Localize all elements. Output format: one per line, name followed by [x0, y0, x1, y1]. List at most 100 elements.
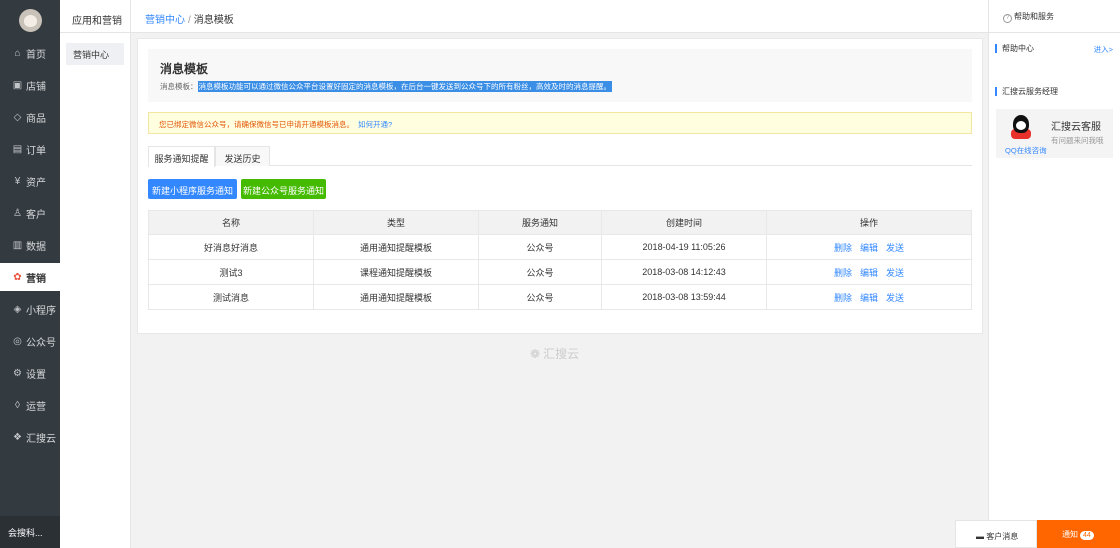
customer-messages-button[interactable]: ▬ 客户消息	[955, 520, 1037, 548]
store-icon: ▣	[12, 79, 23, 91]
sidebar-item-miniprogram[interactable]: ◈ 小程序	[0, 295, 60, 323]
table-row: 好消息好消息 通用通知提醒模板 公众号 2018-04-19 11:05:26 删除 编辑…	[148, 235, 972, 260]
subnav-item-marketing-center[interactable]: 营销中心	[66, 43, 124, 65]
cell-service: 公众号	[478, 260, 601, 284]
sidebar-item-customers[interactable]: ♙ 客户	[0, 199, 60, 227]
cell-created: 2018-03-08 13:59:44	[601, 285, 766, 309]
sidebar-item-settings[interactable]: ⚙ 设置	[0, 359, 60, 387]
service-name: 汇搜云客服	[1051, 122, 1101, 133]
notice-bar: 您已绑定微信公众号，请确保微信号已申请开通模板消息。 如何开通?	[148, 112, 972, 134]
watermark-text: 汇搜云	[543, 347, 580, 361]
orders-icon: ▤	[12, 143, 23, 155]
logo-icon: ❁	[530, 347, 541, 361]
sidebar-item-data[interactable]: ▥ 数据	[0, 231, 60, 259]
sidebar-item-operations[interactable]: ◊ 运营	[0, 391, 60, 419]
delete-link[interactable]: 删除	[834, 241, 852, 254]
cell-created: 2018-03-08 14:12:43	[601, 260, 766, 284]
help-center-enter-link[interactable]: 进入>	[1094, 44, 1113, 55]
data-icon: ▥	[12, 239, 23, 251]
new-mini-program-notice-button[interactable]: 新建小程序服务通知	[148, 179, 237, 199]
cell-type: 通用通知提醒模板	[313, 235, 478, 259]
edit-link[interactable]: 编辑	[860, 241, 878, 254]
breadcrumb-current: 消息模板	[193, 15, 234, 26]
how-to-enable-link[interactable]: 如何开通?	[358, 120, 392, 129]
cell-name: 测试3	[148, 260, 313, 284]
edit-link[interactable]: 编辑	[860, 266, 878, 279]
sidebar-item-marketing[interactable]: ✿ 营销	[0, 263, 60, 291]
cell-actions: 删除 编辑 发送	[766, 260, 972, 284]
goods-icon: ◇	[13, 111, 22, 123]
sidebar-item-home[interactable]: ⌂ 首页	[0, 39, 60, 67]
send-link[interactable]: 发送	[886, 291, 904, 304]
miniprogram-icon: ◈	[13, 303, 22, 315]
sidebar-item-label: 商品	[26, 113, 46, 125]
tab-service-notify[interactable]: 服务通知提醒	[148, 146, 215, 167]
subnav-title: 应用和营销	[60, 0, 130, 33]
header-service: 服务通知	[478, 211, 601, 234]
sub-sidebar: 应用和营销 营销中心	[60, 0, 131, 548]
cell-service: 公众号	[478, 235, 601, 259]
home-icon: ⌂	[14, 47, 21, 59]
service-card[interactable]: 汇搜云客服 有问题来问我哦 QQ在线咨询	[996, 109, 1113, 158]
cell-actions: 删除 编辑 发送	[766, 235, 972, 259]
huisouyun-icon: ❖	[13, 431, 22, 443]
sidebar-item-official-account[interactable]: ◎ 公众号	[0, 327, 60, 355]
avatar[interactable]	[19, 9, 42, 32]
cell-actions: 删除 编辑 发送	[766, 285, 972, 309]
breadcrumb: 营销中心 / 消息模板	[131, 0, 988, 33]
right-panel-title: 帮助和服务	[1014, 12, 1054, 21]
service-manager-label: 汇搜云服务经理	[995, 87, 1058, 96]
send-link[interactable]: 发送	[886, 266, 904, 279]
edit-link[interactable]: 编辑	[860, 291, 878, 304]
tab-send-history[interactable]: 发送历史	[215, 146, 270, 166]
sidebar-item-label: 资产	[26, 177, 46, 189]
qq-consult-link[interactable]: QQ在线咨询	[1005, 145, 1047, 156]
cell-name: 测试消息	[148, 285, 313, 309]
header-name: 名称	[148, 211, 313, 234]
cell-created: 2018-04-19 11:05:26	[601, 235, 766, 259]
header-created: 创建时间	[601, 211, 766, 234]
right-panel: ? 帮助和服务 帮助中心 进入> 汇搜云服务经理 汇搜云客服 有问题来问我哦 QQ…	[988, 0, 1120, 548]
settings-icon: ⚙	[13, 367, 22, 379]
notify-button[interactable]: 通知 44	[1037, 520, 1120, 548]
sidebar-item-label: 汇搜云	[26, 433, 56, 445]
operations-icon: ◊	[15, 399, 20, 411]
sidebar-item-orders[interactable]: ▤ 订单	[0, 135, 60, 163]
header-type: 类型	[313, 211, 478, 234]
intro-box: 消息模板 消息模板：消息模板功能可以通过微信公众平台设置好固定的消息模板，在后台…	[148, 49, 972, 102]
service-subtitle: 有问题来问我哦	[1051, 136, 1104, 145]
marketing-icon: ✿	[13, 271, 22, 283]
send-link[interactable]: 发送	[886, 241, 904, 254]
customer-messages-label: 客户消息	[986, 532, 1019, 541]
qq-penguin-icon	[1011, 115, 1031, 141]
breadcrumb-marketing-center[interactable]: 营销中心	[145, 15, 185, 26]
page-title: 消息模板	[160, 62, 209, 76]
sidebar-item-label: 设置	[26, 369, 46, 381]
delete-link[interactable]: 删除	[834, 266, 852, 279]
help-icon: ?	[1003, 14, 1012, 23]
main-sidebar: ⌂ 首页 ▣ 店铺 ◇ 商品 ▤ 订单 ¥ 资产 ♙ 客户 ▥ 数据 ✿ 营销 ◈ 小程序 ◎ 公众号 ⚙ 设置 ◊ 运营 ❖ 汇…	[0, 0, 60, 548]
shop-name[interactable]: 会搜科...	[0, 516, 60, 548]
sidebar-item-label: 店铺	[26, 81, 46, 93]
sidebar-item-huisouyun[interactable]: ❖ 汇搜云	[0, 423, 60, 451]
cell-name: 好消息好消息	[148, 235, 313, 259]
sidebar-item-store[interactable]: ▣ 店铺	[0, 71, 60, 99]
intro-prefix: 消息模板：	[160, 82, 198, 91]
cell-service: 公众号	[478, 285, 601, 309]
sidebar-item-label: 小程序	[26, 305, 56, 317]
notify-count-badge: 44	[1080, 531, 1094, 540]
message-icon: ▬	[976, 532, 987, 541]
official-account-icon: ◎	[13, 335, 22, 347]
delete-link[interactable]: 删除	[834, 291, 852, 304]
sidebar-item-label: 公众号	[26, 337, 56, 349]
sidebar-item-label: 首页	[26, 49, 46, 61]
new-official-account-notice-button[interactable]: 新建公众号服务通知	[241, 179, 326, 199]
sidebar-item-label: 运营	[26, 401, 46, 413]
template-table: 名称 类型 服务通知 创建时间 操作 好消息好消息 通用通知提醒模板 公众号 2018…	[148, 210, 972, 310]
customers-icon: ♙	[13, 207, 22, 219]
sidebar-item-goods[interactable]: ◇ 商品	[0, 103, 60, 131]
tab-bar: 服务通知提醒 发送历史	[148, 146, 972, 167]
sidebar-item-assets[interactable]: ¥ 资产	[0, 167, 60, 195]
help-center-label: 帮助中心	[995, 44, 1034, 53]
notify-label: 通知	[1062, 530, 1078, 539]
